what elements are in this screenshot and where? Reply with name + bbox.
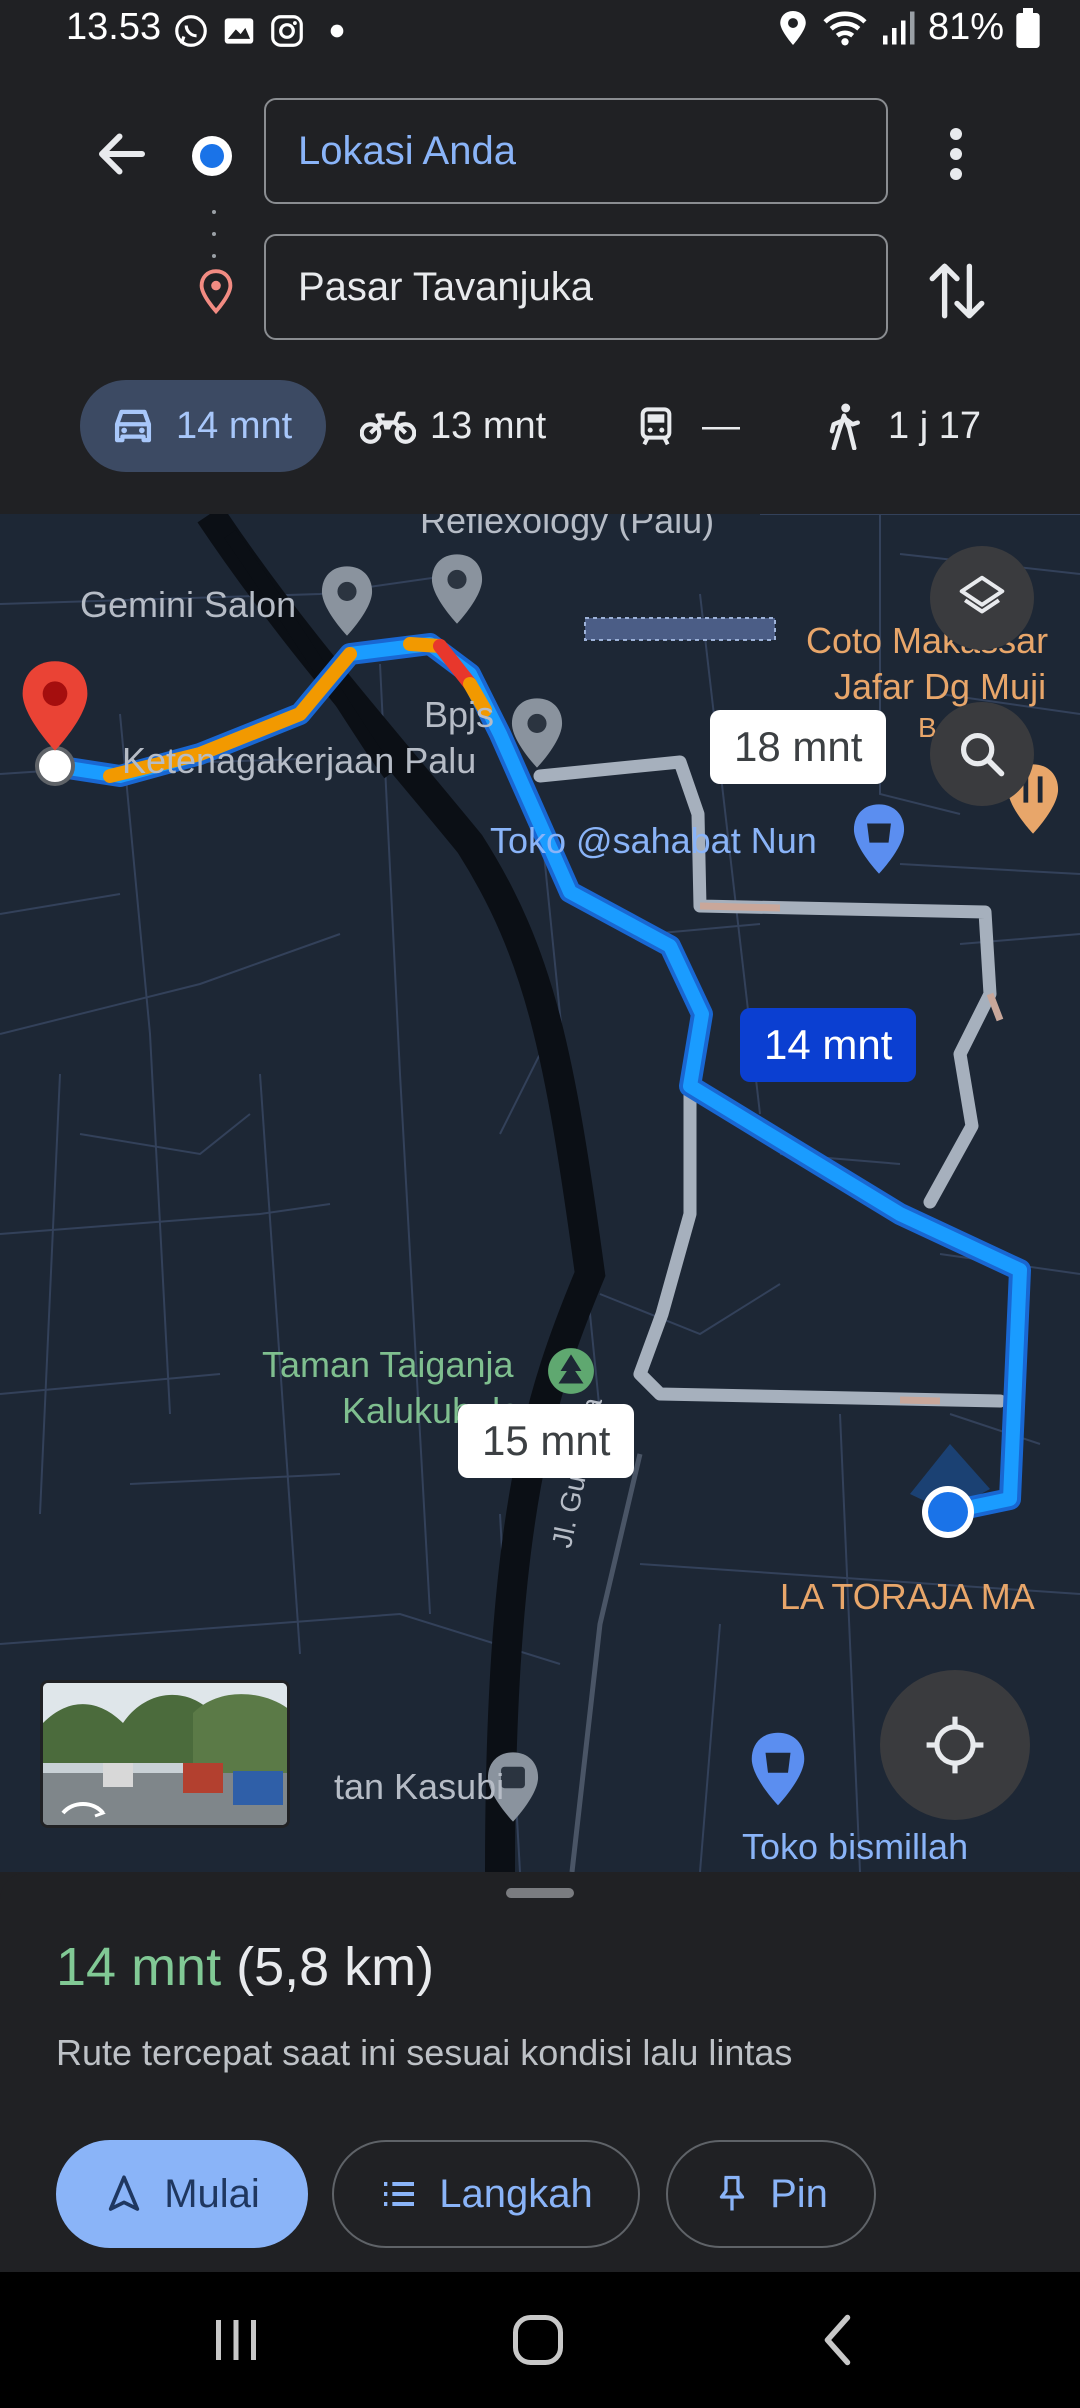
swap-locations-icon[interactable] (926, 258, 988, 324)
tab-walk[interactable]: 1 j 17 (826, 380, 1056, 472)
pin-button-label: Pin (770, 2171, 828, 2216)
battery-percent: 81% (927, 6, 1004, 48)
route-distance: (5,8 km) (236, 1937, 435, 1997)
route-summary-sheet[interactable]: 14 mnt (5,8 km) Rute tercepat saat ini s… (0, 1872, 1080, 2272)
park-pin-icon[interactable] (546, 1346, 596, 1396)
street-view-image (43, 1683, 287, 1825)
street-view-thumbnail[interactable] (40, 1680, 290, 1828)
tab-transit[interactable]: — (636, 380, 786, 472)
back-arrow-icon[interactable] (92, 124, 152, 184)
primary-route-callout[interactable]: 14 mnt (740, 1008, 917, 1082)
destination-input[interactable]: Pasar Tavanjuka (264, 234, 888, 340)
steps-button[interactable]: Langkah (332, 2140, 640, 2248)
signal-icon (882, 11, 915, 44)
recent-apps-icon[interactable] (206, 2310, 266, 2370)
route-description: Rute tercepat saat ini sesuai kondisi la… (56, 2032, 793, 2073)
status-time: 13.53 (66, 6, 162, 48)
walking-icon (829, 403, 860, 450)
route-duration: 14 mnt (56, 1937, 222, 1997)
gallery-icon (224, 18, 254, 44)
place-label: Ketenagakerjaan Palu (122, 740, 477, 781)
system-nav-bar (0, 2272, 1080, 2408)
tab-car[interactable]: 14 mnt (80, 380, 326, 472)
battery-icon (1016, 7, 1040, 48)
tab-motorcycle[interactable]: 13 mnt (360, 380, 560, 472)
place-label: tan Kasubi (334, 1766, 505, 1807)
tab-transit-label: — (702, 404, 740, 447)
map-view[interactable]: Reflexology (Palu) Gemini Salon Bpjs Ket… (0, 514, 1080, 1872)
place-label: Reflexology (Palu) (420, 514, 715, 541)
my-location-button[interactable] (880, 1670, 1030, 1820)
layers-button[interactable] (930, 546, 1034, 650)
poi-pin-icon[interactable] (318, 564, 376, 638)
search-icon (960, 732, 1005, 777)
shopping-pin-icon[interactable] (850, 802, 908, 876)
destination-pin-icon (199, 269, 233, 315)
dot-icon (330, 24, 344, 38)
origin-dot-icon (192, 136, 232, 176)
tab-car-label: 14 mnt (176, 404, 293, 447)
motorcycle-icon (360, 411, 416, 444)
home-icon[interactable] (508, 2310, 568, 2370)
alt-route-callout[interactable]: 15 mnt (458, 1404, 635, 1478)
wifi-icon (823, 11, 867, 45)
shopping-pin-icon[interactable] (748, 1730, 808, 1808)
status-bar: 13.53 81% (0, 0, 1080, 62)
place-label: Toko @sahabat Nun (490, 820, 817, 861)
route-header: Lokasi Anda Pasar Tavanjuka 14 mnt 13 mn… (0, 62, 1080, 514)
car-icon (114, 409, 152, 443)
place-label: Bpjs (424, 694, 495, 735)
pin-icon (719, 2175, 745, 2211)
origin-input[interactable]: Lokasi Anda (264, 98, 888, 204)
transit-icon (640, 407, 672, 446)
place-label: Gemini Salon (80, 584, 297, 625)
location-icon (780, 10, 806, 45)
pin-button[interactable]: Pin (666, 2140, 876, 2248)
list-icon (384, 2182, 415, 2206)
place-label: Jafar Dg Muji (834, 666, 1047, 707)
steps-button-label: Langkah (439, 2171, 593, 2216)
instagram-icon (271, 15, 303, 47)
whatsapp-icon (175, 15, 207, 47)
place-label: Toko bismillah (742, 1826, 969, 1867)
tab-walk-label: 1 j 17 (888, 404, 981, 447)
my-location-icon (926, 1716, 984, 1774)
place-label: LA TORAJA MA (780, 1576, 1035, 1617)
layers-icon (959, 575, 1005, 614)
start-button-label: Mulai (164, 2171, 260, 2216)
alt-route-callout[interactable]: 18 mnt (710, 710, 887, 784)
destination-marker-icon (22, 661, 88, 751)
search-along-route-button[interactable] (930, 702, 1034, 806)
place-label: Taman Taiganja (262, 1344, 514, 1385)
poi-pin-icon[interactable] (508, 696, 566, 770)
back-nav-icon[interactable] (810, 2310, 870, 2370)
poi-pin-icon[interactable] (428, 552, 486, 626)
route-summary: 14 mnt (5,8 km) (56, 1936, 434, 1998)
tab-motorcycle-label: 13 mnt (430, 404, 547, 447)
more-options-icon[interactable] (934, 124, 978, 184)
start-button[interactable]: Mulai (56, 2140, 308, 2248)
drag-handle[interactable] (506, 1888, 574, 1898)
navigation-arrow-icon (109, 2175, 140, 2211)
